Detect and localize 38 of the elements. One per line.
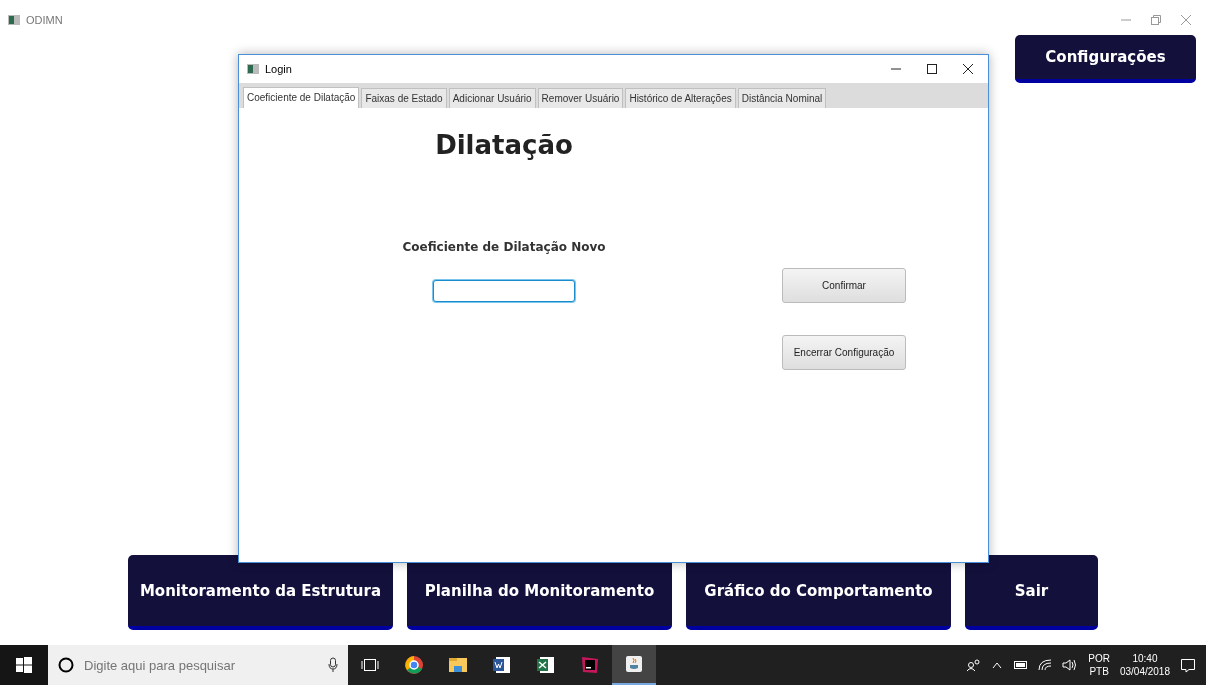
search-icon xyxy=(58,657,74,673)
tab[interactable]: Adicionar Usuário xyxy=(448,88,536,108)
close-icon[interactable] xyxy=(963,64,973,74)
nav-button[interactable]: Sair xyxy=(965,555,1098,630)
notification-icon[interactable] xyxy=(1180,657,1196,673)
caret-icon[interactable] xyxy=(992,661,1003,669)
nav-button[interactable]: Monitoramento da Estrutura xyxy=(128,555,393,630)
start-button[interactable] xyxy=(0,645,48,685)
restore-icon[interactable] xyxy=(1151,15,1161,25)
clock-time[interactable]: 10:40 xyxy=(1132,652,1158,665)
window-icon xyxy=(247,64,259,74)
search-bar[interactable]: Digite aqui para pesquisar xyxy=(48,645,348,685)
heading: Dilatação xyxy=(435,130,573,160)
field-label: Coeficiente de Dilatação Novo xyxy=(402,240,606,254)
windows-logo-icon[interactable] xyxy=(16,657,32,673)
dialog-button[interactable]: Encerrar Configuração xyxy=(782,335,906,370)
tab[interactable]: Distância Nominal xyxy=(737,88,827,108)
window-title: Login xyxy=(265,63,292,75)
clock-date[interactable]: 03/04/2018 xyxy=(1119,665,1170,678)
language-label[interactable]: POR xyxy=(1088,652,1110,665)
tab[interactable]: Faixas de Estado xyxy=(361,88,447,108)
battery-icon xyxy=(1012,660,1029,670)
keyboard-label[interactable]: PTB xyxy=(1089,665,1109,678)
tab[interactable]: Remover Usuário xyxy=(537,88,624,108)
microphone-icon[interactable] xyxy=(328,657,338,673)
search-field[interactable]: Digite aqui para pesquisar xyxy=(82,656,320,674)
app-title: ODIMN xyxy=(26,14,63,26)
input-field[interactable] xyxy=(433,280,575,302)
settings-button[interactable]: Configurações xyxy=(1015,35,1196,83)
maximize-icon[interactable] xyxy=(927,64,937,74)
wifi-icon xyxy=(1038,659,1053,671)
dialog-button[interactable]: Confirmar xyxy=(782,268,906,303)
app-icon xyxy=(8,15,20,25)
people-icon[interactable] xyxy=(966,658,983,672)
tab[interactable]: Coeficiente de Dilatação xyxy=(243,87,360,108)
volume-icon[interactable] xyxy=(1062,659,1079,671)
tab[interactable]: Histórico de Alterações xyxy=(625,88,736,108)
java-app-icon[interactable] xyxy=(612,645,656,685)
